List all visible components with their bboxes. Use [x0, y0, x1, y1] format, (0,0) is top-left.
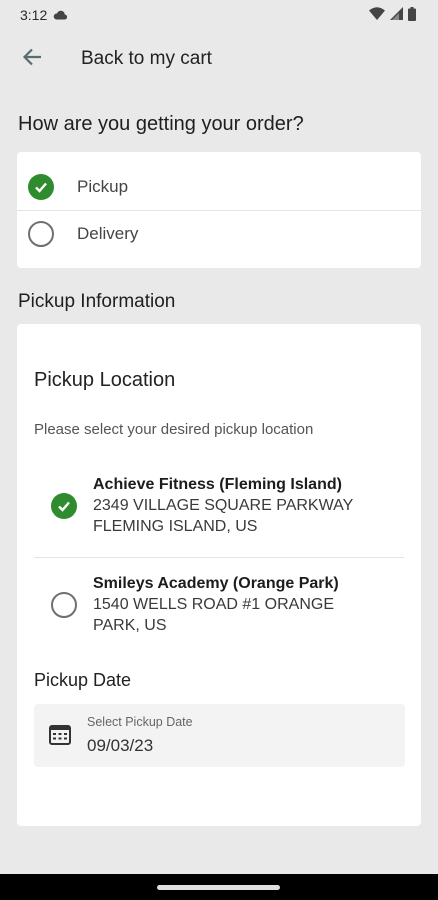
- cloud-icon: [53, 7, 68, 23]
- pickup-info-card: Pickup Location Please select your desir…: [17, 324, 421, 826]
- check-circle-icon[interactable]: [51, 492, 77, 519]
- radio-empty-icon[interactable]: [28, 220, 54, 247]
- pickup-date-caption: Select Pickup Date: [87, 715, 193, 729]
- wifi-icon: [369, 7, 385, 23]
- location-address-line2: PARK, US: [93, 617, 167, 634]
- order-method-heading: How are you getting your order?: [18, 113, 304, 135]
- pickup-location-title: Pickup Location: [34, 369, 176, 391]
- status-bar: 3:12: [0, 0, 438, 30]
- status-time: 3:12: [20, 7, 48, 23]
- back-button[interactable]: [12, 39, 52, 79]
- status-right: [369, 6, 416, 24]
- calendar-icon: [49, 725, 71, 750]
- location-address-line1: 1540 WELLS ROAD #1 ORANGE: [93, 596, 334, 613]
- option-pickup[interactable]: Pickup: [17, 164, 421, 210]
- check-circle-icon[interactable]: [28, 174, 54, 200]
- pickup-date-label: Pickup Date: [34, 670, 132, 690]
- location-item-smileys-academy[interactable]: Smileys Academy (Orange Park) 1540 WELLS…: [34, 573, 404, 636]
- location-item-achieve-fitness[interactable]: Achieve Fitness (Fleming Island) 2349 VI…: [34, 474, 404, 537]
- back-to-cart-label[interactable]: Back to my cart: [81, 48, 212, 70]
- pickup-location-subtitle: Please select your desired pickup locati…: [34, 421, 314, 438]
- navigation-bar: [0, 874, 438, 900]
- home-gesture-handle[interactable]: [157, 885, 280, 890]
- battery-icon: [408, 6, 416, 24]
- location-address-line1: 2349 VILLAGE SQUARE PARKWAY: [93, 497, 354, 514]
- order-method-card: Pickup Delivery: [17, 152, 421, 268]
- status-left: 3:12: [20, 7, 68, 23]
- pickup-info-heading: Pickup Information: [18, 291, 176, 312]
- location-divider: [34, 557, 404, 558]
- option-pickup-label: Pickup: [77, 177, 129, 196]
- arrow-left-icon: [22, 47, 42, 72]
- location-name: Smileys Academy (Orange Park): [93, 575, 339, 592]
- signal-icon: [390, 7, 403, 23]
- location-text: Smileys Academy (Orange Park) 1540 WELLS…: [93, 573, 339, 636]
- location-address-line2: FLEMING ISLAND, US: [93, 518, 258, 535]
- option-delivery[interactable]: Delivery: [17, 210, 421, 256]
- pickup-date-field[interactable]: Select Pickup Date 09/03/23: [34, 704, 405, 767]
- radio-empty-icon[interactable]: [51, 591, 77, 618]
- option-delivery-label: Delivery: [77, 223, 139, 243]
- app-bar: Back to my cart: [0, 36, 438, 82]
- location-name: Achieve Fitness (Fleming Island): [93, 476, 342, 493]
- pickup-date-value: 09/03/23: [87, 736, 154, 755]
- location-text: Achieve Fitness (Fleming Island) 2349 VI…: [93, 474, 353, 537]
